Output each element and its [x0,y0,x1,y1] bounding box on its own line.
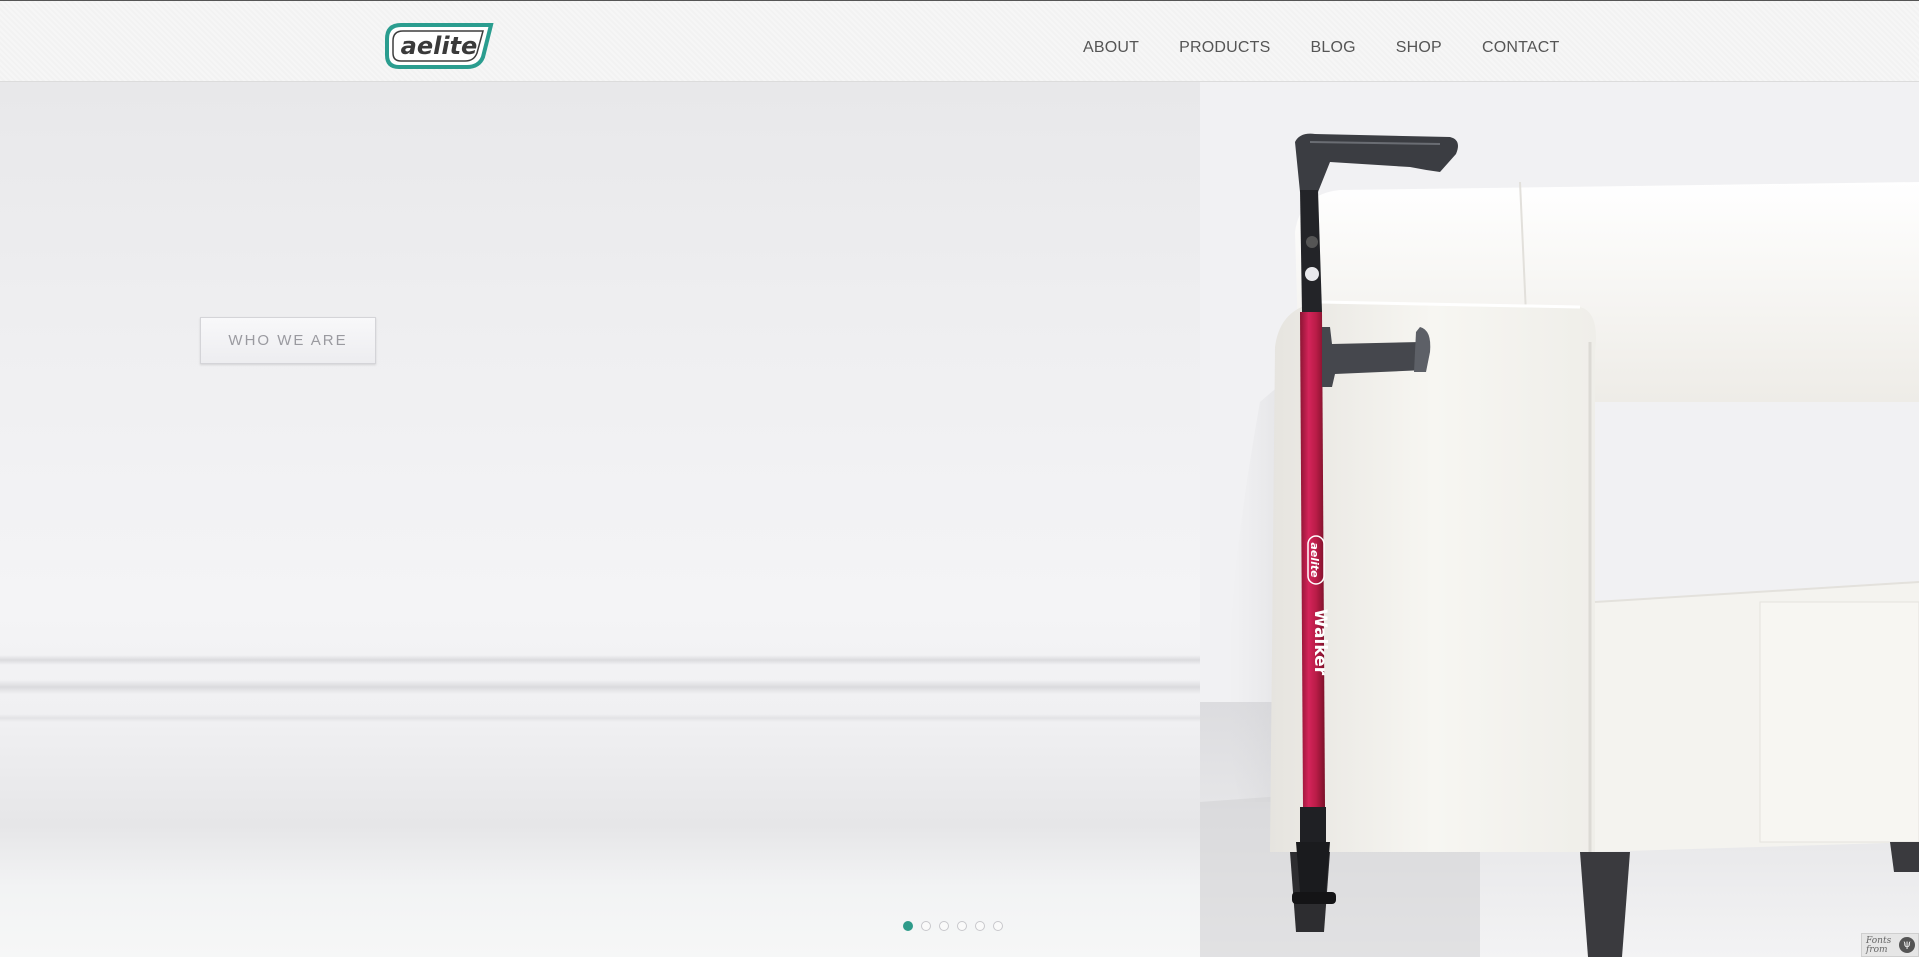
fonts-provider-icon: ψ [1899,937,1915,953]
floor-shadow-band [0,655,1300,665]
slider-dot-2[interactable] [921,921,931,931]
aelite-logo[interactable]: aelite [383,21,495,69]
slider-pagination [903,921,1003,931]
site-header: aelite ABOUT PRODUCTS BLOG SHOP CONTACT [0,0,1919,82]
slider-dot-3[interactable] [939,921,949,931]
nav-products[interactable]: PRODUCTS [1179,39,1270,57]
page: aelite ABOUT PRODUCTS BLOG SHOP CONTACT … [0,0,1919,957]
nav-contact[interactable]: CONTACT [1482,39,1560,57]
fonts-from-badge[interactable]: Fonts from ψ [1861,933,1919,957]
floor-shadow-band [0,680,1300,694]
svg-text:aelite: aelite [401,32,478,60]
nav-blog[interactable]: BLOG [1311,39,1356,57]
cane-brand-label: aelite [1308,542,1321,578]
nav-shop[interactable]: SHOP [1396,39,1442,57]
nav-about[interactable]: ABOUT [1083,39,1139,57]
hero-product-image: Walker aelite [1200,82,1919,957]
cane-product-name: Walker [1310,609,1330,676]
who-we-are-button[interactable]: WHO WE ARE [200,317,376,364]
slider-dot-4[interactable] [957,921,967,931]
floor-shadow-band [0,714,1300,722]
slider-dot-5[interactable] [975,921,985,931]
slider-dot-1[interactable] [903,921,913,931]
slider-dot-6[interactable] [993,921,1003,931]
main-nav: ABOUT PRODUCTS BLOG SHOP CONTACT [1083,39,1559,57]
badge-line-2: from [1866,945,1888,955]
